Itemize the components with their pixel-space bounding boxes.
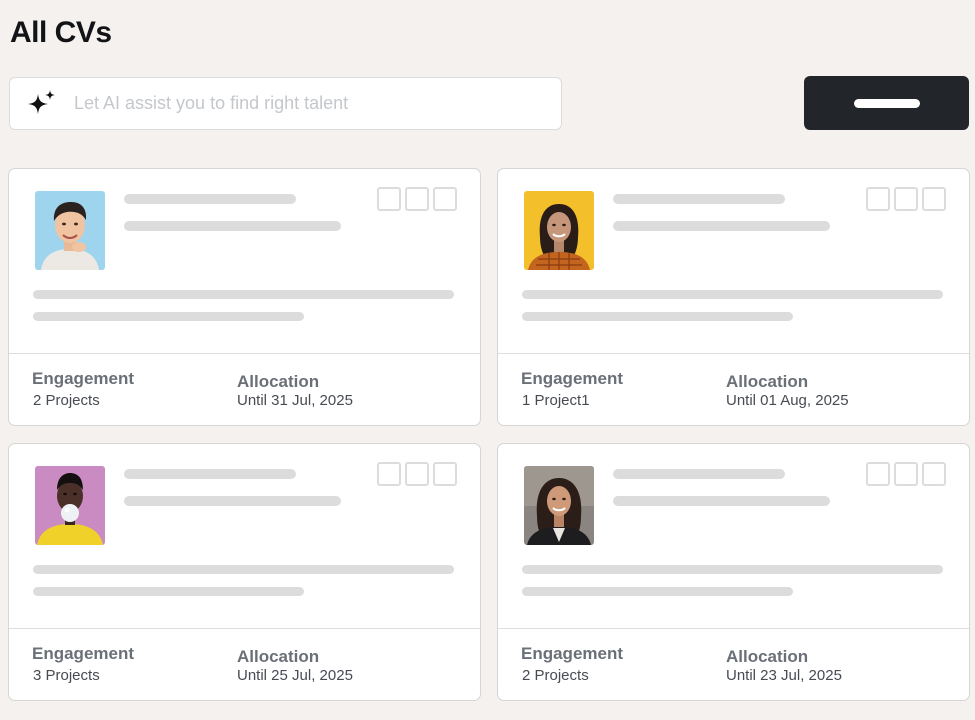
- skeleton-line: [522, 312, 793, 321]
- placeholder-box: [922, 462, 946, 486]
- allocation-label: Allocation: [237, 372, 320, 391]
- placeholder-box: [894, 187, 918, 211]
- page-title: All CVs: [10, 16, 112, 49]
- allocation-label: Allocation: [237, 647, 320, 666]
- engagement-label: Engagement: [521, 369, 624, 388]
- button-label-placeholder: [853, 98, 920, 108]
- primary-action-button[interactable]: [804, 76, 969, 130]
- search-input[interactable]: [74, 93, 534, 114]
- placeholder-box: [433, 462, 457, 486]
- skeleton-line: [33, 587, 304, 596]
- placeholder-box: [377, 462, 401, 486]
- placeholder-box: [405, 187, 429, 211]
- placeholder-box-group: [866, 462, 946, 486]
- ai-search-bar[interactable]: [9, 77, 562, 130]
- skeleton-line: [33, 312, 304, 321]
- cv-card[interactable]: Engagement 2 Projects Allocation Until 3…: [8, 168, 481, 426]
- engagement-value: 3 Projects: [33, 667, 100, 684]
- skeleton-line: [33, 565, 454, 574]
- allocation-value: Until 01 Aug, 2025: [726, 392, 849, 409]
- engagement-value: 2 Projects: [33, 392, 100, 409]
- avatar: [524, 191, 594, 270]
- placeholder-box: [922, 187, 946, 211]
- placeholder-box: [866, 462, 890, 486]
- skeleton-line: [613, 469, 785, 479]
- allocation-value: Until 25 Jul, 2025: [237, 667, 353, 684]
- engagement-label: Engagement: [32, 369, 135, 388]
- avatar: [524, 466, 594, 545]
- skeleton-line: [613, 194, 785, 204]
- placeholder-box: [377, 187, 401, 211]
- placeholder-box: [894, 462, 918, 486]
- engagement-value: 2 Projects: [522, 667, 589, 684]
- cv-card[interactable]: Engagement 3 Projects Allocation Until 2…: [8, 443, 481, 701]
- placeholder-box-group: [377, 187, 457, 211]
- engagement-label: Engagement: [521, 644, 624, 663]
- placeholder-box: [433, 187, 457, 211]
- cv-card[interactable]: Engagement 1 Project1 Allocation Until 0…: [497, 168, 970, 426]
- skeleton-line: [33, 290, 454, 299]
- placeholder-box-group: [866, 187, 946, 211]
- skeleton-line: [124, 194, 296, 204]
- engagement-value: 1 Project1: [522, 392, 590, 409]
- avatar: [35, 466, 105, 545]
- skeleton-line: [124, 469, 296, 479]
- allocation-label: Allocation: [726, 372, 809, 391]
- cv-card[interactable]: Engagement 2 Projects Allocation Until 2…: [497, 443, 970, 701]
- engagement-label: Engagement: [32, 644, 135, 663]
- placeholder-box: [405, 462, 429, 486]
- sparkle-icon: [26, 88, 58, 120]
- skeleton-line: [522, 587, 793, 596]
- skeleton-line: [522, 290, 943, 299]
- avatar: [35, 191, 105, 270]
- allocation-value: Until 23 Jul, 2025: [726, 667, 842, 684]
- placeholder-box-group: [377, 462, 457, 486]
- allocation-value: Until 31 Jul, 2025: [237, 392, 353, 409]
- skeleton-line: [124, 496, 341, 506]
- allocation-label: Allocation: [726, 647, 809, 666]
- skeleton-line: [613, 496, 830, 506]
- skeleton-line: [522, 565, 943, 574]
- skeleton-line: [124, 221, 341, 231]
- placeholder-box: [866, 187, 890, 211]
- skeleton-line: [613, 221, 830, 231]
